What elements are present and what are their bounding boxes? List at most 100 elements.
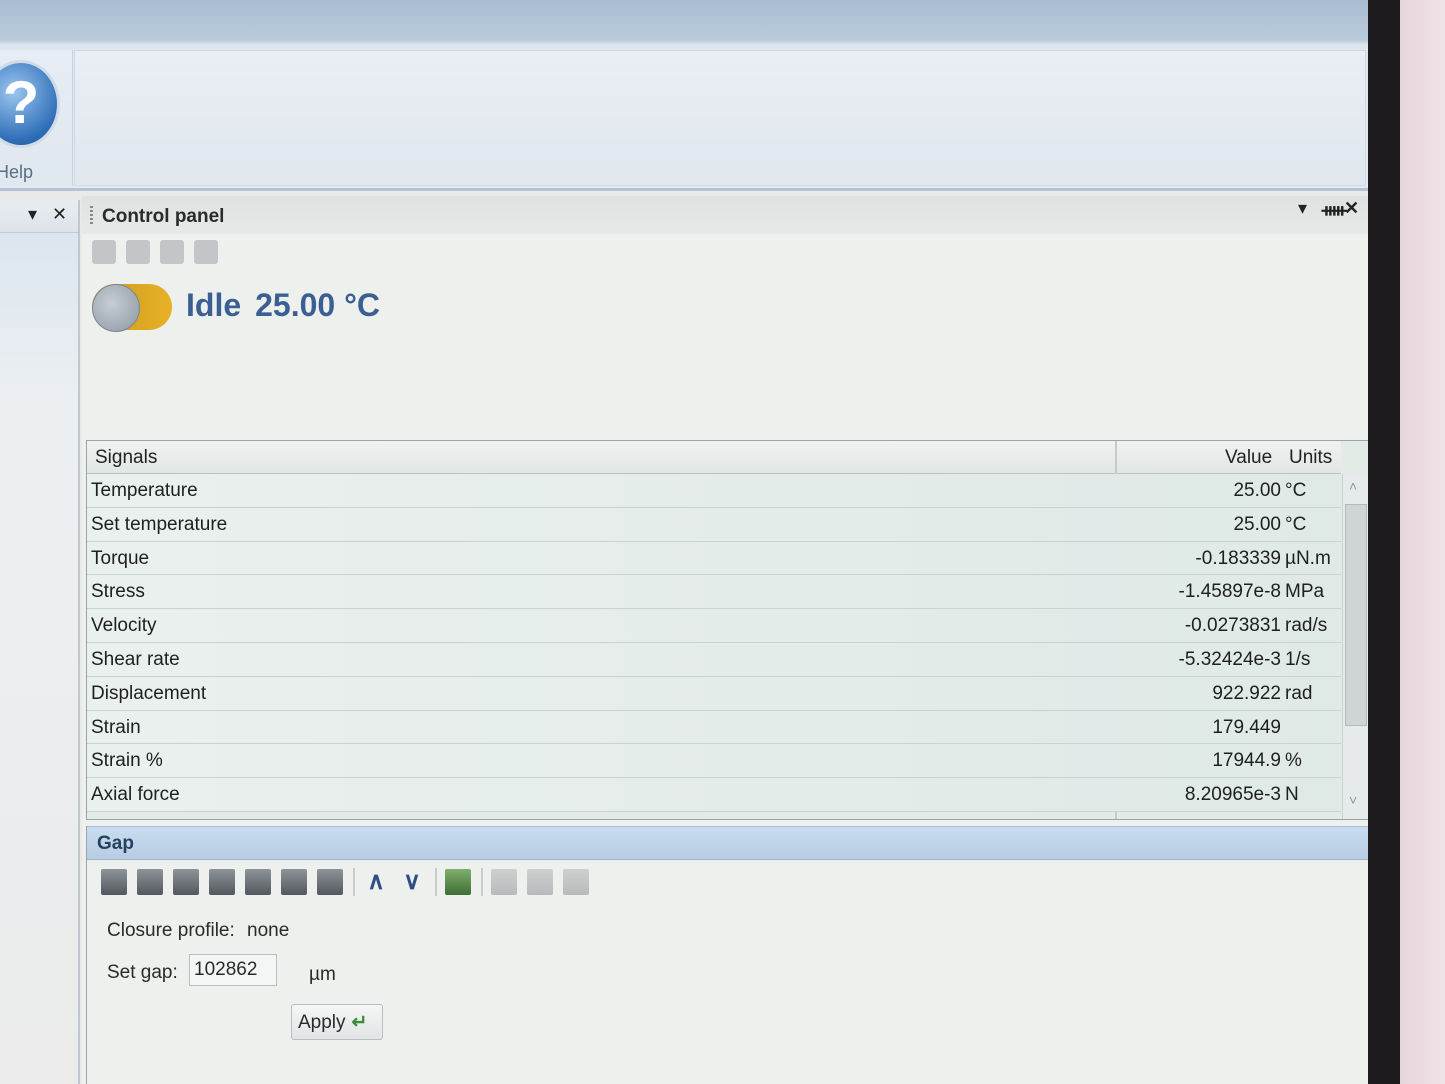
apply-label: Apply — [298, 1011, 346, 1033]
table-row[interactable]: Strain % 17944.9% — [87, 744, 1341, 779]
signal-value: -5.32424e-3 — [1178, 648, 1281, 670]
help-ribbon-group[interactable]: ? Help — [0, 50, 73, 186]
signal-name: Torque — [91, 547, 150, 569]
reset-force-icon[interactable] — [317, 869, 343, 895]
panel-close-icon[interactable]: ✕ — [1344, 198, 1359, 219]
table-row[interactable]: Velocity -0.0273831 rad/s — [87, 609, 1341, 643]
signals-column-header[interactable]: Signals — [95, 447, 157, 469]
motor-toggle[interactable] — [92, 284, 172, 332]
control-panel-title: Control panel — [102, 206, 225, 227]
signal-name: Set temperature — [91, 513, 228, 535]
signal-unit: rad/s — [1285, 615, 1328, 637]
table-row[interactable]: Strain 179.449 — [87, 710, 1341, 745]
left-dock-header: ▾ ✕ — [0, 200, 78, 233]
signal-value: 17944.9 — [1212, 750, 1281, 772]
help-label[interactable]: Help — [0, 162, 33, 183]
signal-value: 25.00 — [1233, 513, 1281, 535]
move-up-icon[interactable]: ∧ — [363, 869, 389, 895]
table-row[interactable]: Displacement 922.922 rad — [87, 676, 1341, 711]
gap-toolbar: ∧ ∨ — [101, 868, 599, 900]
signal-unit: MPa — [1285, 581, 1325, 603]
signal-name: Strain % — [91, 750, 163, 772]
gap-panel-title: Gap — [97, 833, 134, 854]
signal-name: Temperature — [91, 480, 198, 501]
signal-unit: °C — [1285, 480, 1307, 501]
signal-unit: rad — [1285, 682, 1313, 704]
start-icon[interactable] — [92, 240, 116, 264]
set-gap-label: Set gap: — [107, 962, 178, 983]
loading-gap-icon[interactable] — [209, 869, 235, 895]
report-icon[interactable] — [194, 240, 218, 264]
signal-name: Shear rate — [91, 648, 180, 670]
zero-gap-icon[interactable] — [101, 869, 127, 895]
signal-unit: °C — [1285, 513, 1307, 535]
enter-icon: ↵ — [351, 1011, 368, 1033]
table-row[interactable]: Temperature 25.00 °C — [87, 474, 1341, 508]
scroll-up-icon[interactable]: ˄ — [1349, 478, 1357, 494]
signal-unit: µN.m — [1285, 547, 1331, 569]
signals-table-header: Signals Value Units — [87, 441, 1341, 474]
closure-profile-label: Closure profile: — [107, 920, 235, 941]
signal-name: Velocity — [91, 615, 157, 637]
signal-unit: N — [1285, 784, 1299, 806]
gap-settings-icon[interactable] — [445, 869, 471, 895]
profile-1-icon[interactable] — [491, 869, 517, 895]
move-down-icon[interactable]: ∨ — [399, 869, 425, 895]
motor-toggle-knob[interactable] — [92, 284, 140, 332]
ribbon-empty-group — [74, 50, 1366, 186]
scrollbar-thumb[interactable] — [1345, 504, 1367, 726]
stop-icon[interactable] — [126, 240, 150, 264]
panel-menu-icon[interactable]: ▾ — [1298, 198, 1307, 219]
table-row[interactable]: Shear rate -5.32424e-3 1/s — [87, 642, 1341, 677]
signal-unit: % — [1285, 750, 1302, 772]
gap-panel: Gap ∧∨ Closure profile: none Set gap: µm… — [86, 826, 1369, 1084]
ribbon: ? Help — [0, 0, 1368, 191]
grip-icon[interactable] — [90, 206, 93, 226]
control-panel-header: Control panel ▾ ᚔ ✕ — [82, 196, 1368, 234]
signal-value: -0.183339 — [1195, 547, 1281, 569]
signal-value: -0.0273831 — [1184, 615, 1281, 637]
value-column-header[interactable]: Value — [1225, 447, 1272, 469]
signals-scrollbar[interactable]: ˄ ˅ — [1342, 474, 1369, 819]
toolbar-separator — [481, 868, 483, 896]
table-row[interactable]: Torque -0.183339 µN.m — [87, 541, 1341, 576]
status-text: Idle 25.00 °C — [186, 287, 380, 324]
table-row[interactable]: Set temperature 25.00 °C — [87, 507, 1341, 542]
gap-panel-header[interactable]: Gap — [87, 826, 1369, 860]
signal-value: 8.20965e-3 — [1184, 784, 1281, 806]
signal-value: -1.45897e-8 — [1178, 581, 1281, 603]
dock-menu-icon[interactable]: ▾ — [28, 204, 37, 225]
signal-name: Strain — [91, 716, 141, 738]
apply-button[interactable]: Apply ↵ — [291, 1004, 383, 1040]
signal-value: 179.449 — [1212, 716, 1281, 738]
profile-3-icon[interactable] — [563, 869, 589, 895]
stop-gap-icon[interactable] — [281, 869, 307, 895]
toolbar-separator — [435, 868, 437, 896]
help-icon[interactable]: ? — [0, 60, 60, 148]
signals-table-body: Temperature 25.00 °C Set temperature 25.00 °… — [87, 474, 1341, 812]
set-gap-icon[interactable] — [137, 869, 163, 895]
signal-name: Axial force — [91, 784, 180, 806]
closure-profile-value: none — [247, 920, 290, 941]
profile-2-icon[interactable] — [527, 869, 553, 895]
units-column-header[interactable]: Units — [1289, 447, 1332, 469]
signal-unit: 1/s — [1285, 648, 1311, 670]
set-gap-input[interactable] — [189, 954, 277, 986]
dock-close-icon[interactable]: ✕ — [52, 204, 67, 225]
scroll-down-icon[interactable]: ˅ — [1349, 792, 1357, 808]
measurement-gap-icon[interactable] — [245, 869, 271, 895]
control-toolbar — [92, 240, 272, 272]
background-outside — [1400, 0, 1445, 1084]
signal-value: 922.922 — [1212, 682, 1281, 704]
table-row[interactable]: Stress -1.45897e-8 MPa — [87, 575, 1341, 610]
left-dock-panel: ▾ ✕ — [0, 200, 80, 1084]
signal-value: 25.00 — [1233, 480, 1281, 501]
signals-table: Signals Value Units Temperature 25.00 °C S… — [86, 440, 1370, 820]
pin-icon[interactable]: ᚔ — [1322, 200, 1347, 221]
trim-gap-icon[interactable] — [173, 869, 199, 895]
status-state: Idle — [186, 287, 242, 323]
signal-name: Stress — [91, 581, 145, 603]
monitor-bezel — [1368, 0, 1400, 1084]
next-step-icon[interactable] — [160, 240, 184, 264]
table-row[interactable]: Axial force 8.20965e-3 N — [87, 778, 1341, 812]
